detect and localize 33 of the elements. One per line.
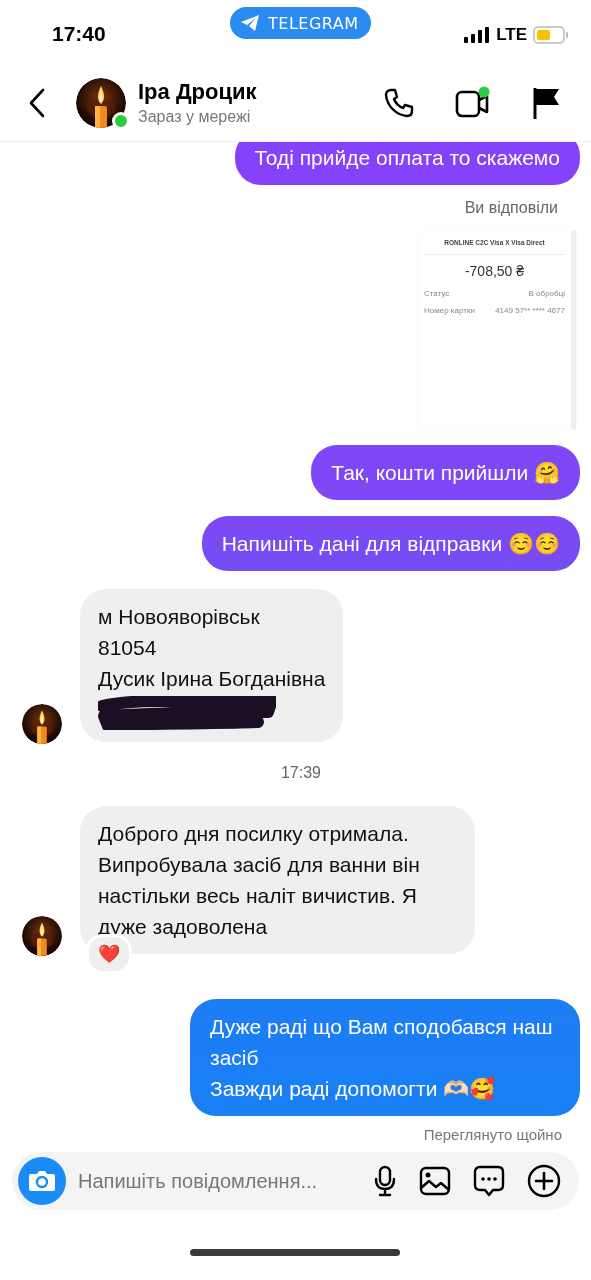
- reaction-badge[interactable]: ❤: [86, 934, 132, 974]
- signal-icon: [464, 27, 491, 43]
- received-message[interactable]: м Новояворівськ 81054 Дусик Ірина Богданівна: [80, 589, 344, 742]
- timestamp: 17:39: [280, 764, 321, 782]
- camera-icon: [28, 1170, 56, 1192]
- sticker-button[interactable]: [473, 1165, 505, 1197]
- flag-button[interactable]: [531, 85, 561, 120]
- message-input[interactable]: Напишіть повідомлення...: [78, 1169, 351, 1193]
- sent-message[interactable]: Напишіть дані для відправки ☺☺: [201, 516, 580, 571]
- back-to-app-button[interactable]: TELEGRAM: [230, 7, 371, 39]
- battery-icon: [533, 26, 569, 44]
- contact-name[interactable]: Іра Дроцик: [138, 79, 257, 105]
- back-button[interactable]: [28, 87, 46, 118]
- add-button[interactable]: [527, 1164, 561, 1198]
- reply-label: Ви відповіли: [464, 199, 558, 217]
- sent-message[interactable]: Тоді прийде оплата то скажемо: [234, 142, 580, 185]
- network-type: LTE: [496, 25, 527, 45]
- microphone-button[interactable]: [373, 1165, 397, 1197]
- receipt-value: В обробці: [528, 289, 565, 298]
- receipt-label: Номер картки: [424, 306, 475, 315]
- sent-message[interactable]: Дуже раді що Вам сподобався наш засіб Завжди раді допомогти 🫶🏻🥰: [190, 999, 580, 1116]
- video-call-button[interactable]: [455, 85, 491, 120]
- paper-plane-icon: [240, 14, 260, 32]
- receipt-amount: -708,50 ₴: [463, 263, 526, 279]
- camera-button[interactable]: [18, 1157, 66, 1205]
- sent-message[interactable]: Так, кошти прийшли 🤗: [311, 445, 580, 500]
- contact-status: Зараз у мережі: [138, 108, 252, 126]
- receipt-label: Статус: [424, 289, 450, 298]
- gallery-button[interactable]: [419, 1166, 451, 1196]
- clock-time: 17:40: [52, 22, 106, 46]
- receipt-value: 4149 57** **** 4677: [495, 306, 565, 315]
- call-button[interactable]: [383, 86, 415, 119]
- seen-status: Переглянуто щойно: [423, 1126, 562, 1143]
